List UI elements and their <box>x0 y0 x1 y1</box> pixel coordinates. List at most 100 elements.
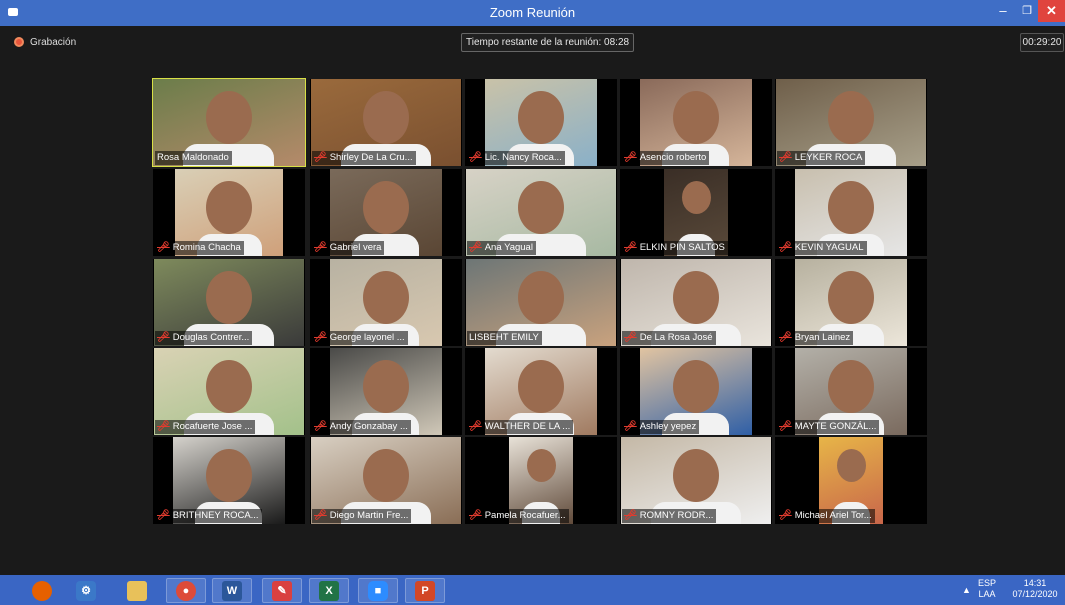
taskbar-button[interactable]: ■ <box>358 578 398 603</box>
tray-overflow-icon[interactable]: ▲ <box>962 585 971 596</box>
participant-face <box>828 360 874 413</box>
participant-name: ELKIN PIN SALTOS <box>639 242 725 253</box>
participant-tile[interactable]: 🎤︎ Ashley yepez <box>620 348 772 435</box>
participant-face <box>682 181 711 214</box>
participant-name: Ashley yepez <box>639 421 697 432</box>
participant-nameplate: 🎤︎ ELKIN PIN SALTOS <box>622 241 728 255</box>
participant-face <box>673 449 719 502</box>
participant-tile[interactable]: 🎤︎ KEVIN YAGUAL <box>775 169 927 256</box>
close-button[interactable]: ✕ <box>1038 0 1065 22</box>
clock-time: 14:31 <box>1023 578 1047 588</box>
maximize-button[interactable]: ❐ <box>1014 0 1040 22</box>
participant-tile[interactable]: 🎤︎ Andy Gonzabay ... <box>310 348 462 435</box>
participant-face <box>837 449 866 482</box>
input-language[interactable]: ESP LAA <box>978 578 996 600</box>
participant-name: Rocafuerte Jose ... <box>172 421 253 432</box>
participant-nameplate: 🎤︎ Gabriel vera <box>312 241 385 255</box>
taskbar-button[interactable] <box>117 578 157 603</box>
participant-name: Asencio roberto <box>639 152 707 163</box>
participant-face <box>206 91 252 144</box>
participant-name: MAYTE GONZÁL... <box>794 421 877 432</box>
participant-name: ROMNY RODR... <box>639 510 714 521</box>
participant-tile[interactable]: 🎤︎ Ana Yagual <box>465 169 617 256</box>
windows-taskbar: ⚙ ● W ✎ X ■ P ▲ ESP LAA 14:31 07/12/2020 <box>0 575 1065 605</box>
taskbar-button[interactable]: P <box>405 578 445 603</box>
participant-face <box>206 181 252 234</box>
powerpoint-icon: P <box>415 580 435 601</box>
muted-mic-icon: 🎤︎ <box>779 152 792 163</box>
clock[interactable]: 14:31 07/12/2020 <box>1008 578 1062 600</box>
participant-nameplate: 🎤︎ Andy Gonzabay ... <box>312 420 411 434</box>
participant-nameplate: 🎤︎ KEVIN YAGUAL <box>777 241 867 255</box>
participant-tile[interactable]: 🎤︎ Lic. Nancy Roca... <box>465 79 617 166</box>
participant-nameplate: 🎤︎ Diego Martin Fre... <box>312 509 412 523</box>
participant-face <box>518 360 564 413</box>
participant-face <box>828 91 874 144</box>
participant-tile[interactable]: 🎤︎ Michael Ariel Tor... <box>775 437 927 524</box>
taskbar-button[interactable]: X <box>309 578 349 603</box>
participant-name: George layonel ... <box>329 332 405 343</box>
participant-tile[interactable]: 🎤︎ BRITHNEY ROCA... <box>153 437 305 524</box>
participant-tile[interactable]: 🎤︎ Asencio roberto <box>620 79 772 166</box>
taskbar-button[interactable]: ⚙ <box>66 578 106 603</box>
participant-face <box>363 181 409 234</box>
participant-tile[interactable]: 🎤︎ Pamela Rocafuer... <box>465 437 617 524</box>
participant-nameplate: 🎤︎ Ana Yagual <box>467 241 536 255</box>
participant-tile[interactable]: 🎤︎ De La Rosa José <box>620 259 772 346</box>
muted-mic-icon: 🎤︎ <box>779 332 792 343</box>
participant-tile[interactable]: 🎤︎ ROMNY RODR... <box>620 437 772 524</box>
participant-tile[interactable]: 🎤︎ WALTHER DE LA ... <box>465 348 617 435</box>
participant-nameplate: 🎤︎ Ashley yepez <box>622 420 700 434</box>
participant-nameplate: 🎤︎ ROMNY RODR... <box>622 509 717 523</box>
taskbar-button[interactable]: W <box>212 578 252 603</box>
participant-tile[interactable]: 🎤︎ LEYKER ROCA <box>775 79 927 166</box>
participant-name: Pamela Rocafuer... <box>484 510 566 521</box>
participant-tile[interactable]: 🎤︎ Romina Chacha <box>153 169 305 256</box>
participant-nameplate: 🎤︎ Pamela Rocafuer... <box>467 509 569 523</box>
file-explorer-icon: ⚙ <box>76 580 96 601</box>
meeting-remaining-time: Tiempo restante de la reunión: 08:28 <box>461 33 635 52</box>
participant-tile[interactable]: 🎤︎ Douglas Contrer... <box>153 259 305 346</box>
minimize-button[interactable]: – <box>990 0 1016 22</box>
excel-icon: X <box>319 580 339 601</box>
participant-name: BRITHNEY ROCA... <box>172 510 259 521</box>
title-bar: Zoom Reunión – ❐ ✕ <box>0 0 1065 26</box>
participant-tile[interactable]: 🎤︎ ELKIN PIN SALTOS <box>620 169 772 256</box>
meeting-elapsed-time: 00:29:20 <box>1020 33 1064 52</box>
participant-name: Shirley De La Cru... <box>329 152 413 163</box>
muted-mic-icon: 🎤︎ <box>314 421 327 432</box>
participant-tile[interactable]: 🎤︎ Shirley De La Cru... <box>310 79 462 166</box>
participant-tile[interactable]: 🎤︎ MAYTE GONZÁL... <box>775 348 927 435</box>
recording-indicator[interactable]: Grabación <box>14 35 76 49</box>
participant-nameplate: 🎤︎ Rocafuerte Jose ... <box>155 420 256 434</box>
participant-tile[interactable]: 🎤︎ Gabriel vera <box>310 169 462 256</box>
keyboard-layout: LAA <box>978 589 996 599</box>
participant-tile[interactable]: 🎤︎ George layonel ... <box>310 259 462 346</box>
participant-nameplate: 🎤︎ Shirley De La Cru... <box>312 151 416 165</box>
chrome-icon: ● <box>176 580 196 601</box>
participant-tile[interactable]: Rosa Maldonado <box>152 78 306 167</box>
participant-tile[interactable]: LISBEHT EMILY <box>465 259 617 346</box>
taskbar-button[interactable] <box>22 578 62 603</box>
participant-face <box>828 271 874 324</box>
participant-face <box>206 271 252 324</box>
muted-mic-icon: 🎤︎ <box>779 510 792 521</box>
participant-nameplate: 🎤︎ WALTHER DE LA ... <box>467 420 574 434</box>
participant-tile[interactable]: 🎤︎ Bryan Lainez <box>775 259 927 346</box>
participant-tile[interactable]: 🎤︎ Rocafuerte Jose ... <box>153 348 305 435</box>
participant-name: Rosa Maldonado <box>157 152 229 163</box>
participant-face <box>673 271 719 324</box>
participant-face <box>673 360 719 413</box>
taskbar-button[interactable]: ✎ <box>262 578 302 603</box>
participant-nameplate: 🎤︎ LEYKER ROCA <box>777 151 866 165</box>
participant-tile[interactable]: 🎤︎ Diego Martin Fre... <box>310 437 462 524</box>
participant-name: KEVIN YAGUAL <box>794 242 864 253</box>
muted-mic-icon: 🎤︎ <box>314 510 327 521</box>
taskbar-button[interactable]: ● <box>166 578 206 603</box>
participant-name: LISBEHT EMILY <box>469 332 539 343</box>
participant-face <box>363 360 409 413</box>
participant-name: Romina Chacha <box>172 242 241 253</box>
participant-face <box>518 91 564 144</box>
muted-mic-icon: 🎤︎ <box>314 242 327 253</box>
participant-face <box>518 271 564 324</box>
